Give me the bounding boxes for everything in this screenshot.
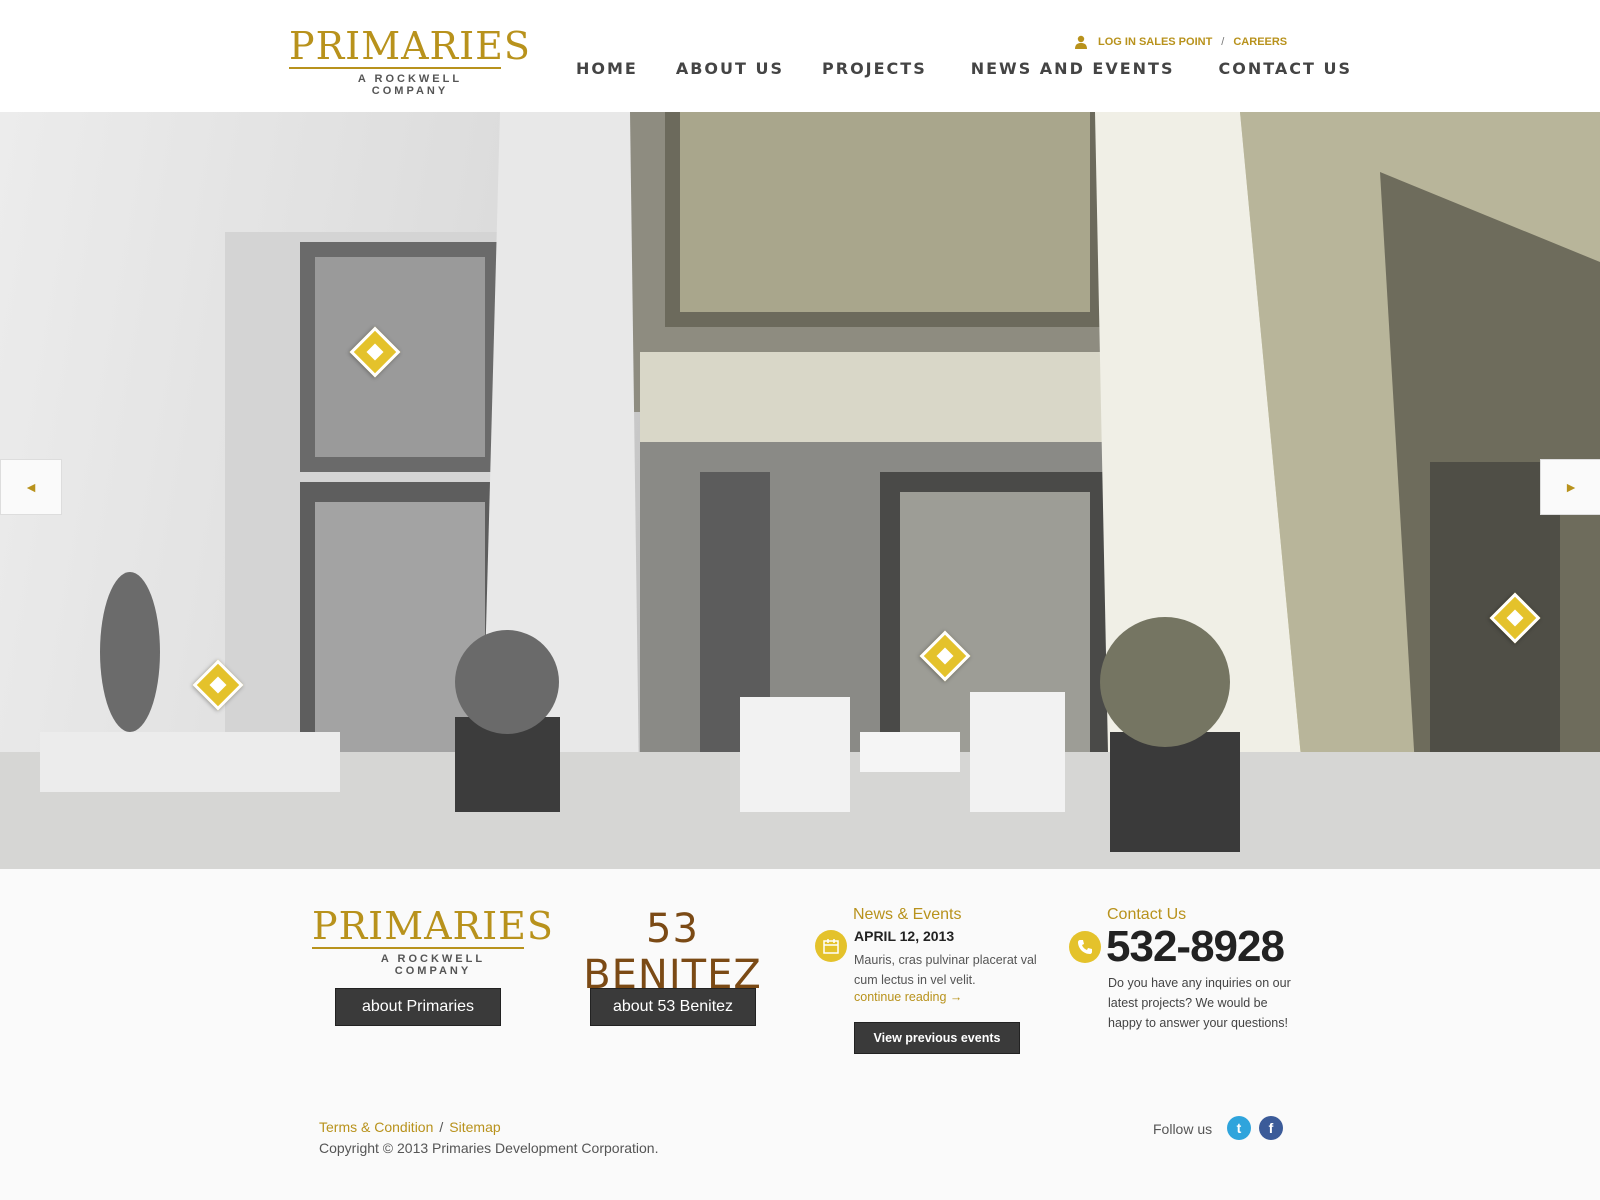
nav-contact-us[interactable]: CONTACT US (1219, 59, 1353, 78)
copyright-text: Copyright © 2013 Primaries Development C… (319, 1140, 659, 1156)
slider-next-button[interactable]: ► (1540, 459, 1600, 515)
arrow-left-icon: ◄ (24, 479, 38, 495)
terms-link[interactable]: Terms & Condition (319, 1119, 433, 1135)
contact-phone-number: 532-8928 (1106, 922, 1285, 971)
user-icon (1075, 35, 1087, 49)
logo-brand: PRIMARIES (289, 24, 531, 69)
hero-slider (0, 112, 1600, 869)
news-events-title: News & Events (853, 906, 962, 923)
sitemap-link[interactable]: Sitemap (449, 1119, 500, 1135)
news-excerpt: Mauris, cras pulvinar placerat val cum l… (854, 953, 1037, 987)
main-nav: HOME ABOUT US PROJECTS NEWS AND EVENTS C… (576, 59, 1352, 78)
logo-tagline: A ROCKWELL COMPANY (357, 73, 463, 97)
primaries-logo[interactable]: PRIMARIES A ROCKWELL COMPANY (289, 24, 531, 97)
facebook-glyph: f (1268, 1120, 1274, 1136)
nav-home[interactable]: HOME (576, 59, 638, 78)
careers-link[interactable]: CAREERS (1233, 36, 1287, 48)
nav-news-and-events[interactable]: NEWS AND EVENTS (971, 59, 1175, 78)
benitez-logo: 53 BENITEZ (583, 906, 762, 998)
facebook-icon[interactable]: f (1259, 1116, 1283, 1140)
nav-projects[interactable]: PROJECTS (822, 59, 927, 78)
twitter-icon[interactable]: t (1227, 1116, 1251, 1140)
continue-reading-link[interactable]: continue reading → (854, 990, 962, 1004)
slider-prev-button[interactable]: ◄ (0, 459, 62, 515)
news-date: APRIL 12, 2013 (854, 928, 955, 944)
login-sales-point-link[interactable]: LOG IN SALES POINT (1098, 36, 1212, 48)
contact-text: Do you have any inquiries on our latest … (1108, 976, 1291, 1030)
nav-about-us[interactable]: ABOUT US (676, 59, 784, 78)
footer-links: Terms & Condition / Sitemap (319, 1119, 501, 1135)
arrow-right-icon: → (949, 990, 963, 1004)
view-previous-events-button[interactable]: View previous events (854, 1022, 1020, 1054)
content-area (0, 869, 1600, 1200)
calendar-icon (815, 930, 847, 962)
primaries-company-brand: PRIMARIES (312, 904, 554, 949)
top-links: LOG IN SALES POINT / CAREERS (1074, 35, 1287, 49)
arrow-right-icon: ► (1564, 479, 1578, 495)
continue-reading-label: continue reading (854, 990, 947, 1004)
top-links-separator: / (1221, 36, 1225, 48)
twitter-glyph: t (1236, 1120, 1242, 1136)
hero-building-image (0, 112, 1600, 869)
about-53-benitez-button[interactable]: about 53 Benitez (590, 988, 756, 1026)
primaries-company-logo: PRIMARIES A ROCKWELL COMPANY (312, 904, 554, 977)
site-header: PRIMARIES A ROCKWELL COMPANY LOG IN SALE… (0, 0, 1600, 112)
primaries-company-tagline: A ROCKWELL COMPANY (380, 953, 486, 977)
follow-us-label: Follow us (1153, 1121, 1213, 1137)
footer-separator: / (439, 1119, 444, 1135)
about-primaries-button[interactable]: about Primaries (335, 988, 501, 1026)
phone-icon (1069, 931, 1101, 963)
